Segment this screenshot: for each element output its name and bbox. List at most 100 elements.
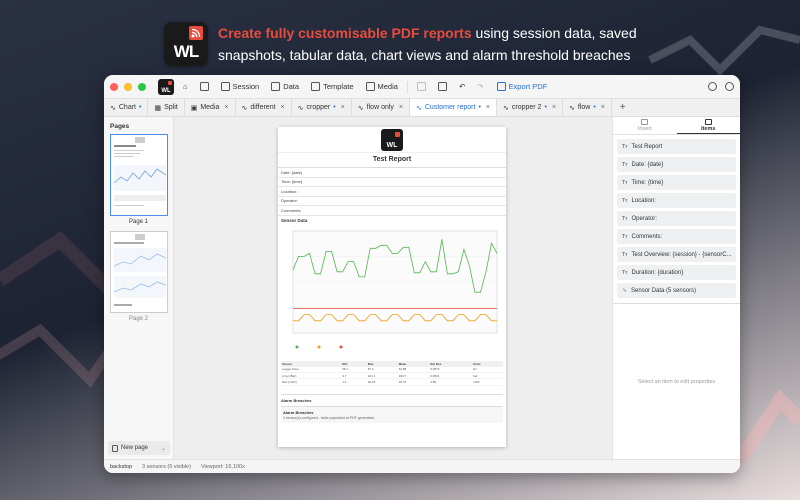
sensor-stats-table[interactable]: Sensor Min Max Mean Std Dev Units Logger Flow… [281, 360, 503, 386]
page-2-label: Page 2 [128, 316, 149, 322]
report-header: WL [278, 127, 506, 153]
minimize-window-button[interactable] [124, 82, 132, 91]
home-button[interactable]: ⌂ [180, 80, 191, 93]
page-2-preview [113, 234, 166, 306]
tab-insert[interactable]: Insert [613, 117, 677, 134]
undo-button[interactable]: ↶ [456, 80, 468, 93]
tab-chart[interactable]: ∿ Chart • [104, 99, 149, 116]
toolbar-divider [406, 80, 408, 93]
close-tab-icon[interactable]: × [486, 104, 490, 111]
media-button[interactable]: Media [363, 80, 401, 93]
report-field[interactable]: Operator: [278, 197, 506, 206]
report-field[interactable]: Location: [278, 187, 506, 197]
tab-unsaved-marker: • [544, 104, 547, 111]
close-tab-icon[interactable]: × [341, 104, 345, 111]
close-tab-icon[interactable]: × [552, 104, 556, 111]
export-pdf-button[interactable]: Export PDF [496, 82, 547, 91]
session-button[interactable]: Session [218, 80, 263, 93]
tab-flow[interactable]: ∿ flow • × [563, 99, 612, 116]
alarm-block-title: Alarm Breaches [283, 409, 314, 415]
report-field[interactable]: Time: {time} [278, 178, 506, 187]
app-window: WL ⌂ Session Data Template Media ↶ ↷ Exp… [104, 75, 740, 473]
close-window-button[interactable] [110, 82, 118, 91]
report-logo-text: WL [386, 141, 398, 149]
item-row[interactable]: Tт Operator: [617, 211, 736, 226]
item-label: Duration: {duration} [631, 269, 684, 276]
legend-swatch-1 [317, 345, 321, 348]
report-page[interactable]: WL Test Report Date: {date} Time: {time} L… [278, 127, 506, 447]
copy-icon [416, 82, 426, 91]
report-title[interactable]: Test Report [278, 153, 506, 168]
table-icon [271, 82, 281, 91]
toolbar-right [708, 82, 734, 91]
main-area: Pages Page 1 Page 2 New page ⌄ WL Test R… [104, 117, 740, 459]
app-logo-text: WL [161, 87, 171, 94]
image-icon: ▣ [190, 104, 198, 112]
data-button[interactable]: Data [268, 80, 302, 93]
text-item-icon: Tт [622, 269, 628, 276]
settings-icon[interactable] [708, 82, 717, 91]
item-row[interactable]: Tт Test Report [617, 139, 736, 154]
tab-media[interactable]: ▣ Media × [185, 99, 236, 116]
item-label: Test Report [631, 143, 663, 150]
tab-flow-only[interactable]: ∿ flow only × [352, 99, 410, 116]
item-row[interactable]: Tт Location: [617, 193, 736, 208]
item-row[interactable]: Tт Duration: {duration} [617, 265, 736, 280]
text-item-icon: Tт [622, 197, 628, 204]
status-sensors: 3 sensors (6 visible) [142, 463, 191, 470]
item-row[interactable]: Tт Test Overview: {session} - {sensorC... [617, 247, 736, 262]
tab-customer-report[interactable]: ∿ Customer report • × [410, 99, 497, 116]
tab-items[interactable]: Items [676, 117, 740, 134]
report-field[interactable]: Comments: [278, 206, 506, 216]
alarm-breaches-heading[interactable]: Alarm Breaches [281, 393, 503, 407]
page-button[interactable] [435, 80, 450, 93]
item-row[interactable]: Tт Time: {time} [617, 175, 736, 190]
undo-icon: ↶ [458, 82, 466, 91]
wl-logo: WL [164, 22, 208, 66]
chevron-down-icon[interactable]: ⌄ [161, 445, 166, 452]
tab-label: flow only [366, 104, 394, 111]
page-thumbnail-1[interactable] [109, 134, 168, 216]
page-thumbnail-2[interactable] [109, 231, 168, 313]
status-viewport: Viewport: 16,100x [200, 463, 245, 470]
save-button[interactable] [197, 80, 212, 93]
chart-icon: ∿ [241, 104, 248, 112]
item-row[interactable]: Tт Date: {date} [617, 157, 736, 172]
item-label: Test Overview: {session} - {sensorC... [631, 251, 732, 258]
chart-icon: ∿ [416, 104, 422, 112]
pages-panel: Pages Page 1 Page 2 New page ⌄ [104, 117, 174, 459]
sensor-chart[interactable] [281, 225, 503, 357]
report-fields: Date: {date} Time: {time} Location: Operato… [278, 168, 506, 216]
tab-different[interactable]: ∿ different × [236, 99, 292, 116]
tab-label: flow [577, 104, 591, 111]
alarm-breaches-block[interactable]: Alarm Breaches 1 sensor(s) configured - … [281, 406, 503, 423]
new-page-button[interactable]: New page ⌄ [108, 441, 170, 455]
report-field[interactable]: Date: {date} [278, 168, 506, 178]
table-cell: 32.18 [366, 378, 398, 386]
zoom-window-button[interactable] [138, 82, 146, 91]
alarm-block-text: 1 sensor(s) configured - table populated… [283, 415, 376, 420]
copy-button[interactable] [414, 80, 429, 93]
item-row[interactable]: ∿ Sensor Data (5 sensors) [617, 283, 736, 298]
help-icon[interactable] [725, 82, 734, 91]
canvas-area[interactable]: WL Test Report Date: {date} Time: {time} L… [174, 117, 612, 459]
text-item-icon: Tт [622, 233, 628, 240]
banner: WL [164, 22, 208, 66]
item-row[interactable]: Tт Comments: [617, 229, 736, 244]
tab-cropper[interactable]: ∿ cropper • × [292, 99, 352, 116]
template-button[interactable]: Template [308, 80, 356, 93]
tab-unsaved-marker: • [333, 104, 336, 111]
redo-button[interactable]: ↷ [474, 80, 486, 93]
sensor-data-heading[interactable]: Sensor Data [278, 216, 506, 225]
add-tab-button[interactable]: + [612, 99, 634, 116]
report-logo[interactable]: WL [381, 128, 403, 151]
chart-icon: ∿ [297, 104, 304, 112]
tab-cropper-2[interactable]: ∿ cropper 2 • × [497, 99, 563, 116]
close-tab-icon[interactable]: × [601, 104, 605, 111]
close-tab-icon[interactable]: × [224, 104, 228, 111]
close-tab-icon[interactable]: × [281, 104, 285, 111]
tab-split[interactable]: ▦ Split [148, 99, 185, 116]
close-tab-icon[interactable]: × [399, 104, 403, 111]
document-icon [311, 82, 321, 91]
pages-title: Pages [110, 123, 130, 130]
